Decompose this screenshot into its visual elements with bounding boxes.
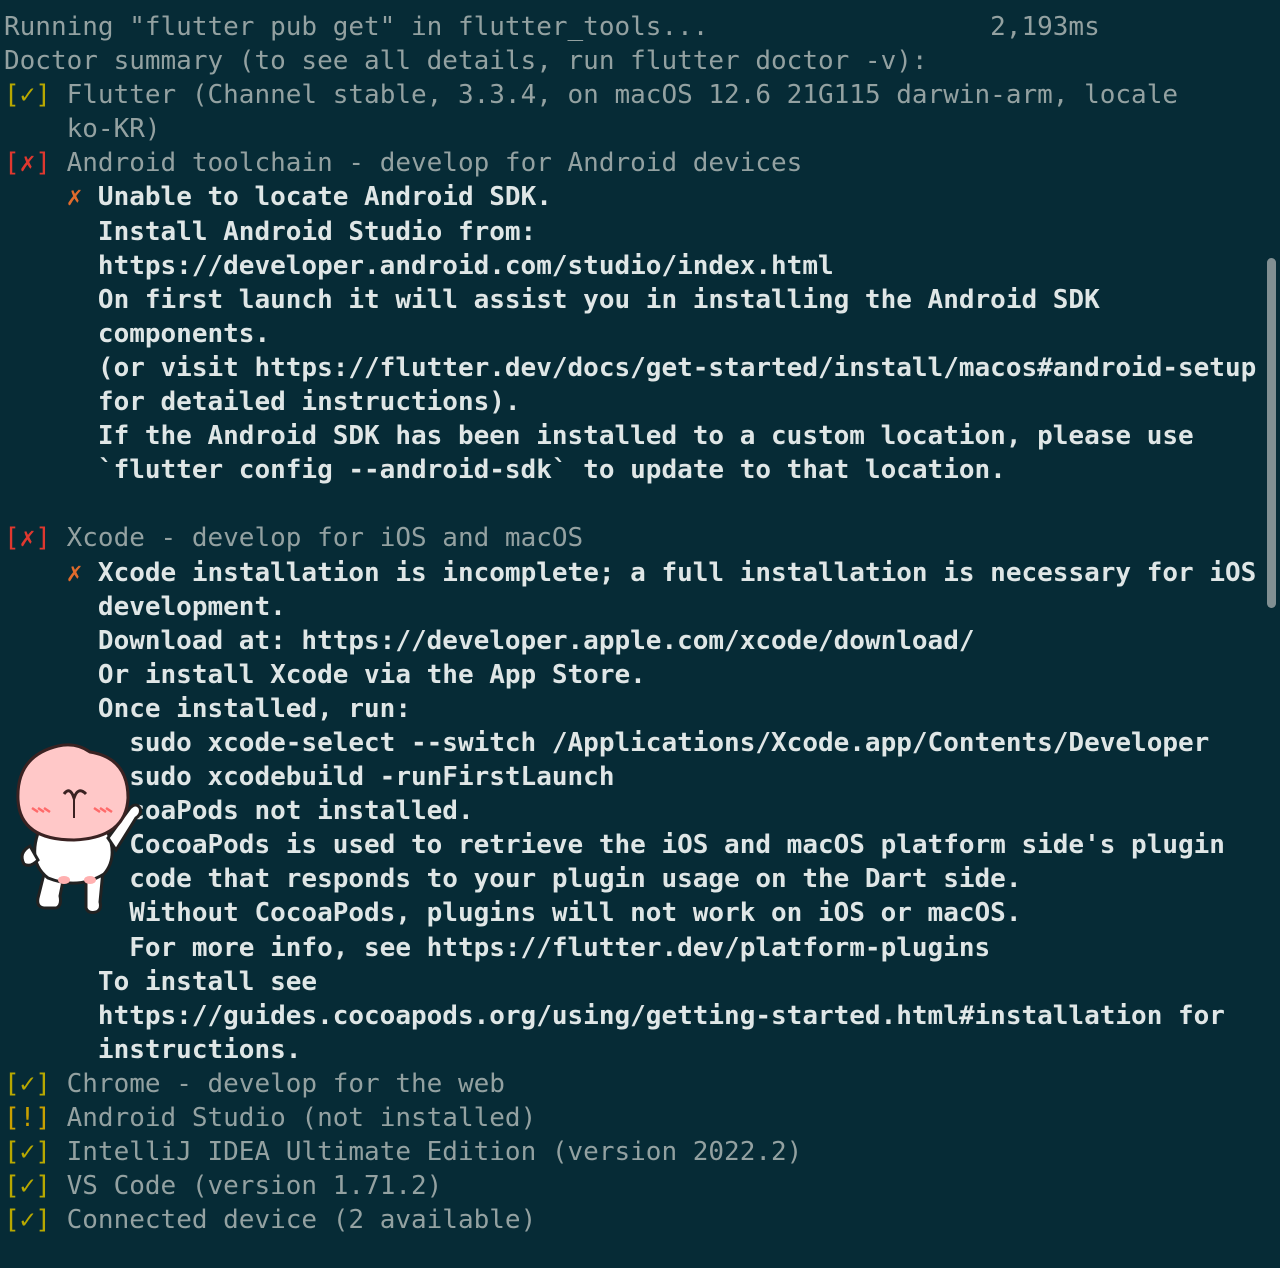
terminal-line: https://developer.android.com/studio/ind… [4,250,834,281]
status-text: Xcode - develop for iOS and macOS [50,523,584,554]
terminal-line: On first launch it will assist you in in… [4,284,1100,315]
terminal-line: ✗ Xcode installation is incomplete; a fu… [4,556,1266,590]
error-text: Xcode installation is incomplete; a full… [82,557,1257,588]
status-text: Connected device (2 available) [50,1205,537,1236]
terminal-line: CocoaPods is used to retrieve the iOS an… [4,830,1225,861]
terminal-line: If the Android SDK has been installed to… [4,421,1194,452]
terminal-line: components. [4,318,271,349]
terminal-line: Download at: https://developer.apple.com… [4,625,975,656]
terminal-line: For more info, see https://flutter.dev/p… [4,932,991,963]
status-marker-ok: [✓] [4,1205,51,1236]
status-marker-ok: [✓] [4,1171,51,1202]
terminal-line: [✓] VS Code (version 1.71.2) [4,1169,1266,1203]
status-marker-ok: [✓] [4,80,51,111]
terminal-line: instructions. [4,1034,302,1065]
peach-sticker-icon [8,738,148,918]
terminal-line: Install Android Studio from: [4,216,537,247]
terminal-output: Running "flutter pub get" in flutter_too… [4,10,1266,1237]
terminal-line: [✓] IntelliJ IDEA Ultimate Edition (vers… [4,1135,1266,1169]
status-marker-err: [✗] [4,523,51,554]
status-text: Android Studio (not installed) [50,1103,537,1133]
terminal-line: [✓] Chrome - develop for the web [4,1067,1266,1101]
terminal-line: ko-KR) [4,114,161,145]
terminal-line: ✗ Unable to locate Android SDK. [4,180,1266,214]
status-text: Android toolchain - develop for Android … [50,148,803,179]
scrollbar-thumb[interactable] [1267,258,1276,608]
terminal-line: coaPods not installed. [4,796,474,827]
vertical-scrollbar[interactable] [1264,0,1278,1268]
terminal-line: Doctor summary (to see all details, run … [4,46,928,77]
terminal-line: sudo xcode-select --switch /Applications… [4,727,1210,758]
status-marker-ok: [✓] [4,1068,51,1099]
status-marker-ok: [✓] [4,1137,51,1168]
error-text: Unable to locate Android SDK. [82,182,552,213]
terminal-line: code that responds to your plugin usage … [4,864,1022,895]
status-text: Flutter (Channel stable, 3.3.4, on macOS… [50,80,1179,111]
terminal-line: Without CocoaPods, plugins will not work… [4,898,1022,929]
cross-icon: ✗ [66,182,83,213]
terminal-line: [✗] Xcode - develop for iOS and macOS [4,521,1266,555]
terminal-line: [✓] Flutter (Channel stable, 3.3.4, on m… [4,78,1266,112]
terminal-line: `flutter config --android-sdk` to update… [4,455,1006,486]
status-text: VS Code (version 1.71.2) [50,1171,443,1202]
terminal-line: https://guides.cocoapods.org/using/getti… [4,1000,1225,1031]
status-text: IntelliJ IDEA Ultimate Edition (version … [50,1137,803,1168]
terminal-line: Or install Xcode via the App Store. [4,659,646,690]
terminal-line: To install see [4,966,318,997]
status-marker-warn: [!] [4,1103,51,1133]
terminal-window[interactable]: Running "flutter pub get" in flutter_too… [0,0,1280,1268]
cross-icon: ✗ [66,557,83,588]
terminal-line: [✗] Android toolchain - develop for Andr… [4,146,1266,180]
terminal-line: sudo xcodebuild -runFirstLaunch [4,762,615,793]
terminal-line: development. [4,591,286,622]
status-marker-err: [✗] [4,148,51,179]
terminal-line: Running "flutter pub get" in flutter_too… [4,12,1100,42]
status-text: Chrome - develop for the web [50,1068,505,1099]
terminal-line: [✓] Connected device (2 available) [4,1203,1266,1237]
terminal-line: for detailed instructions). [4,387,521,418]
terminal-line: [!] Android Studio (not installed) [4,1101,1266,1135]
terminal-line: Once installed, run: [4,693,411,724]
terminal-line: (or visit https://flutter.dev/docs/get-s… [4,352,1257,383]
